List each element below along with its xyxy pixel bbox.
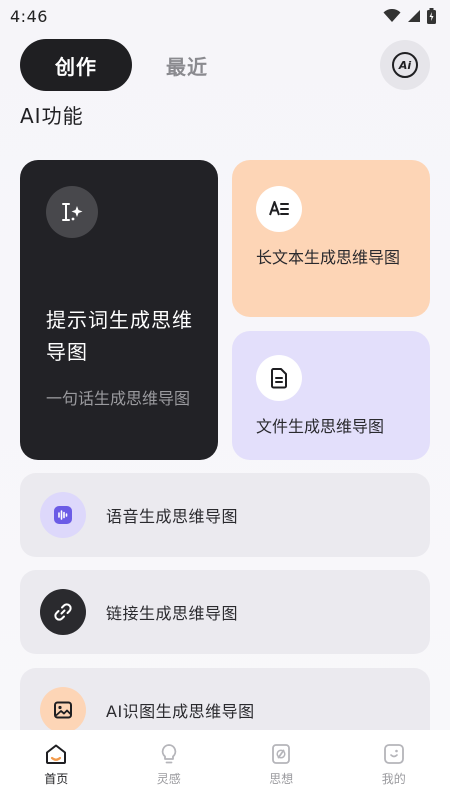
list-item-link[interactable]: 链接生成思维导图 [20,570,430,654]
text-align-icon [256,186,302,232]
file-mindmap-card[interactable]: 文件生成思维导图 [232,331,430,460]
file-card-title: 文件生成思维导图 [256,417,385,436]
nav-profile-label: 我的 [381,772,406,786]
tab-recent[interactable]: 最近 [166,51,208,80]
profile-icon [383,744,404,764]
long-text-mindmap-card[interactable]: 长文本生成思维导图 [232,160,430,317]
link-icon [40,589,86,635]
list-item-label: 链接生成思维导图 [106,604,239,623]
section-title: AI功能 [20,104,84,128]
prompt-card-title: 提示词生成思维导图 [46,308,193,364]
signal-icon [408,10,420,22]
ai-assistant-button[interactable]: Ai [380,40,430,90]
text-sparkle-icon [46,186,98,238]
lightbulb-icon [161,744,176,764]
list-item-label: 语音生成思维导图 [106,507,239,526]
nav-inspiration-label: 灵感 [156,772,181,786]
list-item-label: AI识图生成思维导图 [106,702,255,721]
battery-icon [427,8,436,24]
nav-profile[interactable]: 我的 [354,742,434,787]
tab-create[interactable]: 创作 [20,39,132,91]
status-bar: 4:46 [0,0,450,32]
nav-inspiration[interactable]: 灵感 [129,742,209,787]
nav-home[interactable]: 首页 [16,742,96,787]
ai-icon: Ai [392,52,418,78]
bottom-nav: 首页 灵感 思想 我的 [0,730,450,800]
image-icon [40,687,86,733]
idea-card-icon [272,744,291,764]
prompt-card-subtitle: 一句话生成思维导图 [46,389,191,408]
wifi-icon [383,9,401,22]
audio-wave-icon [40,492,86,538]
list-item-voice[interactable]: 语音生成思维导图 [20,473,430,557]
status-icons [383,8,436,24]
nav-home-label: 首页 [44,772,69,786]
document-icon [256,355,302,401]
home-icon [46,744,67,764]
nav-thoughts-label: 思想 [269,772,294,786]
nav-thoughts[interactable]: 思想 [241,742,321,787]
prompt-mindmap-card[interactable]: 提示词生成思维导图 一句话生成思维导图 [20,160,218,460]
top-tabs: 创作 最近 [20,39,208,91]
long-text-card-title: 长文本生成思维导图 [256,248,401,267]
status-time: 4:46 [10,6,48,26]
